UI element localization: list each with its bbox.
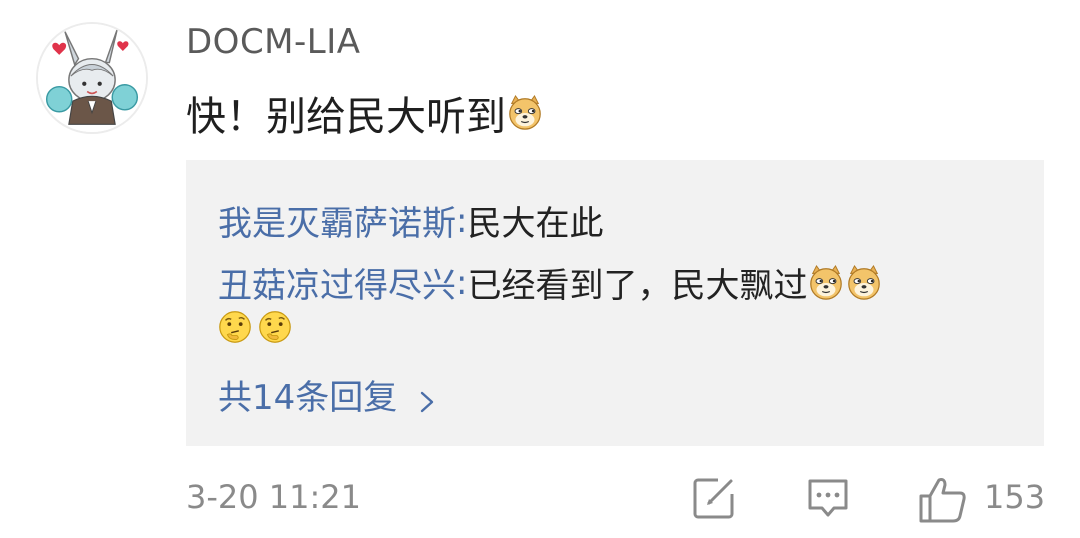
comment-timestamp: 3-20 11:21: [186, 478, 362, 516]
reply-separator: :: [456, 200, 468, 241]
doge-emoji-icon: [807, 264, 845, 302]
like-button[interactable]: [918, 476, 968, 524]
reply-author[interactable]: 丑菇凉过得尽兴: [218, 258, 456, 307]
view-all-replies-link[interactable]: 共14条回复: [218, 370, 439, 419]
comment-icon: [808, 479, 848, 517]
reply-item: 丑菇凉过得尽兴 : 已经看到了，民大飘过: [218, 258, 883, 307]
thinking-emoji-icon: [216, 308, 254, 346]
comment-body: 快！别给民大听到: [186, 94, 506, 140]
reply-text: 民大在此: [467, 204, 604, 244]
anime-bunny-avatar-icon: [38, 24, 146, 132]
reply-preview-box[interactable]: 我是灭霸萨诺斯 : 民大在此 丑菇凉过得尽兴 : 已经看到了，民大飘过 共14条…: [186, 160, 1044, 446]
comment-text: 快！别给民大听到: [186, 84, 544, 142]
reply-text: 已经看到了，民大飘过: [467, 266, 808, 306]
reply-separator: :: [456, 262, 468, 303]
thinking-emoji-icon: [256, 308, 294, 346]
chevron-right-icon: [415, 383, 439, 412]
edit-button[interactable]: [692, 476, 736, 520]
reply-count-label: 共14条回复: [218, 378, 398, 418]
thumbs-up-icon: [919, 478, 966, 523]
reply-author[interactable]: 我是灭霸萨诺斯: [218, 196, 456, 245]
reply-emoji-row: [216, 308, 294, 346]
avatar[interactable]: [36, 22, 148, 134]
like-count: 153: [984, 478, 1046, 516]
doge-emoji-icon: [845, 264, 883, 302]
reply-item: 我是灭霸萨诺斯 : 民大在此: [218, 196, 603, 245]
comment-button[interactable]: [806, 476, 850, 520]
username[interactable]: DOCM-LIA: [186, 22, 361, 62]
edit-icon: [693, 478, 734, 519]
doge-emoji-icon: [506, 94, 544, 132]
